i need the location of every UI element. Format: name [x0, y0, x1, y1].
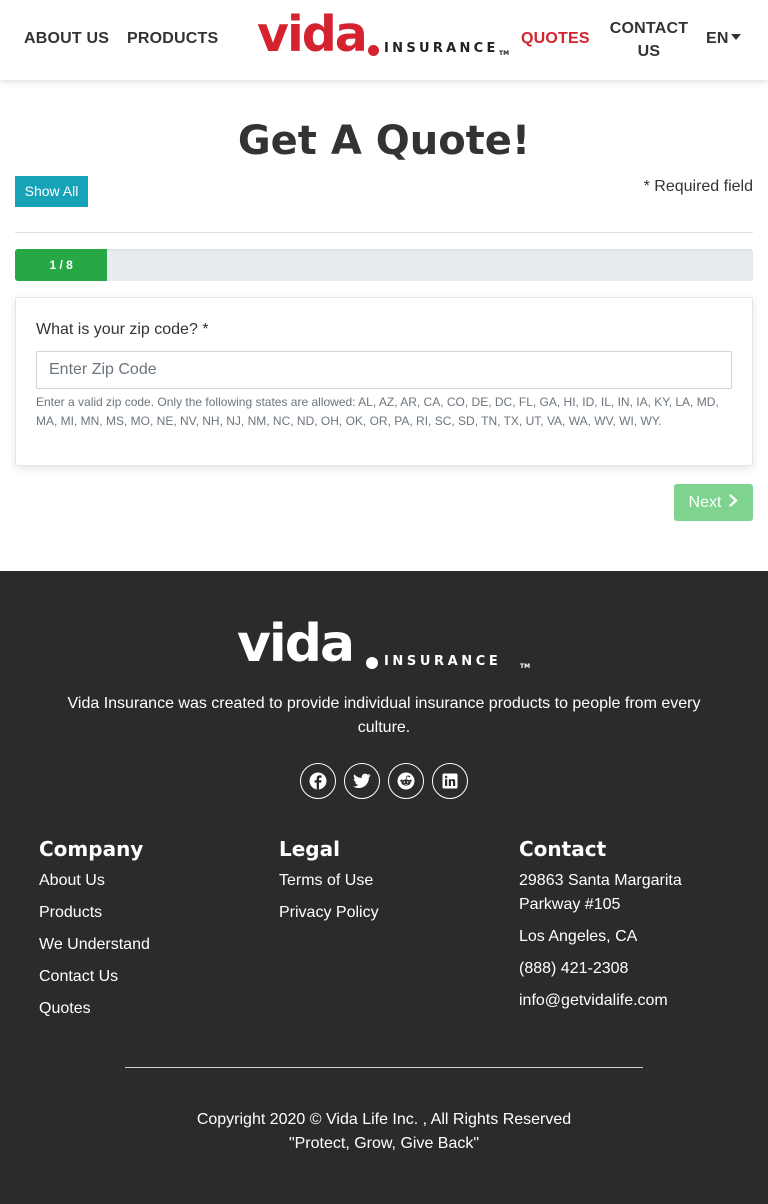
linkedin-link[interactable]	[432, 763, 468, 799]
required-field-note: * Required field	[643, 178, 753, 195]
contact-email-link[interactable]: info@getvidalife.com	[519, 989, 668, 1013]
progress-label: 1 / 8	[49, 258, 73, 272]
reddit-link[interactable]	[388, 763, 424, 799]
twitter-icon	[353, 773, 371, 789]
copyright-text: Copyright 2020 © Vida Life Inc. , All Ri…	[196, 1111, 572, 1128]
footer-link-quotes[interactable]: Quotes	[39, 997, 91, 1021]
contact-address-line2: Parkway #105	[519, 896, 621, 913]
nav-products[interactable]: PRODUCTS	[127, 30, 218, 48]
logo-word: vida	[257, 6, 368, 63]
language-dropdown[interactable]: EN	[706, 30, 741, 48]
footer-logo[interactable]: vida INSURANCE TM	[237, 615, 531, 673]
site-footer: vida INSURANCE TM Vida Insurance was cre…	[0, 571, 768, 1204]
footer-link-terms-of-use[interactable]: Terms of Use	[279, 869, 373, 893]
footer-link-about-us[interactable]: About Us	[39, 869, 105, 893]
footer-tagline: Vida Insurance was created to provide in…	[67, 695, 701, 736]
zip-code-input[interactable]	[36, 351, 732, 389]
footer-divider	[125, 1067, 643, 1068]
page-title: Get A Quote!	[237, 118, 531, 164]
divider	[15, 232, 753, 233]
vida-insurance-logo[interactable]: vida INSURANCE TM	[257, 7, 510, 63]
chevron-right-icon	[729, 484, 738, 521]
contact-address-line1: 29863 Santa Margarita	[519, 872, 682, 889]
footer-logo-dot	[366, 657, 378, 669]
contact-city: Los Angeles, CA	[519, 928, 638, 945]
logo-suffix: INSURANCE	[384, 41, 499, 56]
footer-logo-suffix: INSURANCE	[384, 654, 502, 669]
linkedin-icon	[442, 773, 458, 789]
footer-legal-title: Legal	[279, 837, 340, 861]
show-all-button[interactable]: Show All	[15, 176, 88, 207]
next-label: Next	[688, 494, 722, 511]
footer-logo-tm: TM	[520, 663, 531, 670]
facebook-link[interactable]	[300, 763, 336, 799]
footer-company-title: Company	[39, 837, 144, 861]
motto-text: "Protect, Grow, Give Back"	[288, 1135, 480, 1152]
site-header: ABOUT US PRODUCTS vida INSURANCE TM QUOT…	[0, 0, 768, 80]
facebook-icon	[309, 772, 327, 790]
footer-contact-title: Contact	[519, 837, 607, 861]
logo-tm: TM	[499, 50, 510, 57]
nav-quotes[interactable]: QUOTES	[521, 30, 590, 48]
next-button[interactable]: Next	[674, 484, 753, 521]
zip-question-label: What is your zip code? *	[36, 321, 209, 338]
question-card: What is your zip code? * Enter a valid z…	[15, 297, 753, 466]
language-label: EN	[706, 30, 729, 47]
twitter-link[interactable]	[344, 763, 380, 799]
copyright-block: Copyright 2020 © Vida Life Inc. , All Ri…	[0, 1108, 768, 1156]
caret-down-icon	[730, 34, 741, 40]
footer-link-contact-us[interactable]: Contact Us	[39, 965, 118, 989]
zip-help-text: Enter a valid zip code. Only the followi…	[36, 395, 719, 428]
logo-dot	[368, 45, 379, 56]
reddit-icon	[397, 772, 415, 790]
footer-link-we-understand[interactable]: We Understand	[39, 933, 150, 957]
progress-bar: 1 / 8	[15, 249, 753, 281]
nav-contact-us[interactable]: CONTACT US	[606, 17, 692, 63]
footer-logo-word: vida	[237, 614, 355, 674]
footer-link-products[interactable]: Products	[39, 901, 102, 925]
footer-link-privacy-policy[interactable]: Privacy Policy	[279, 901, 379, 925]
nav-about-us[interactable]: ABOUT US	[24, 30, 109, 48]
contact-phone-link[interactable]: (888) 421-2308	[519, 957, 628, 981]
